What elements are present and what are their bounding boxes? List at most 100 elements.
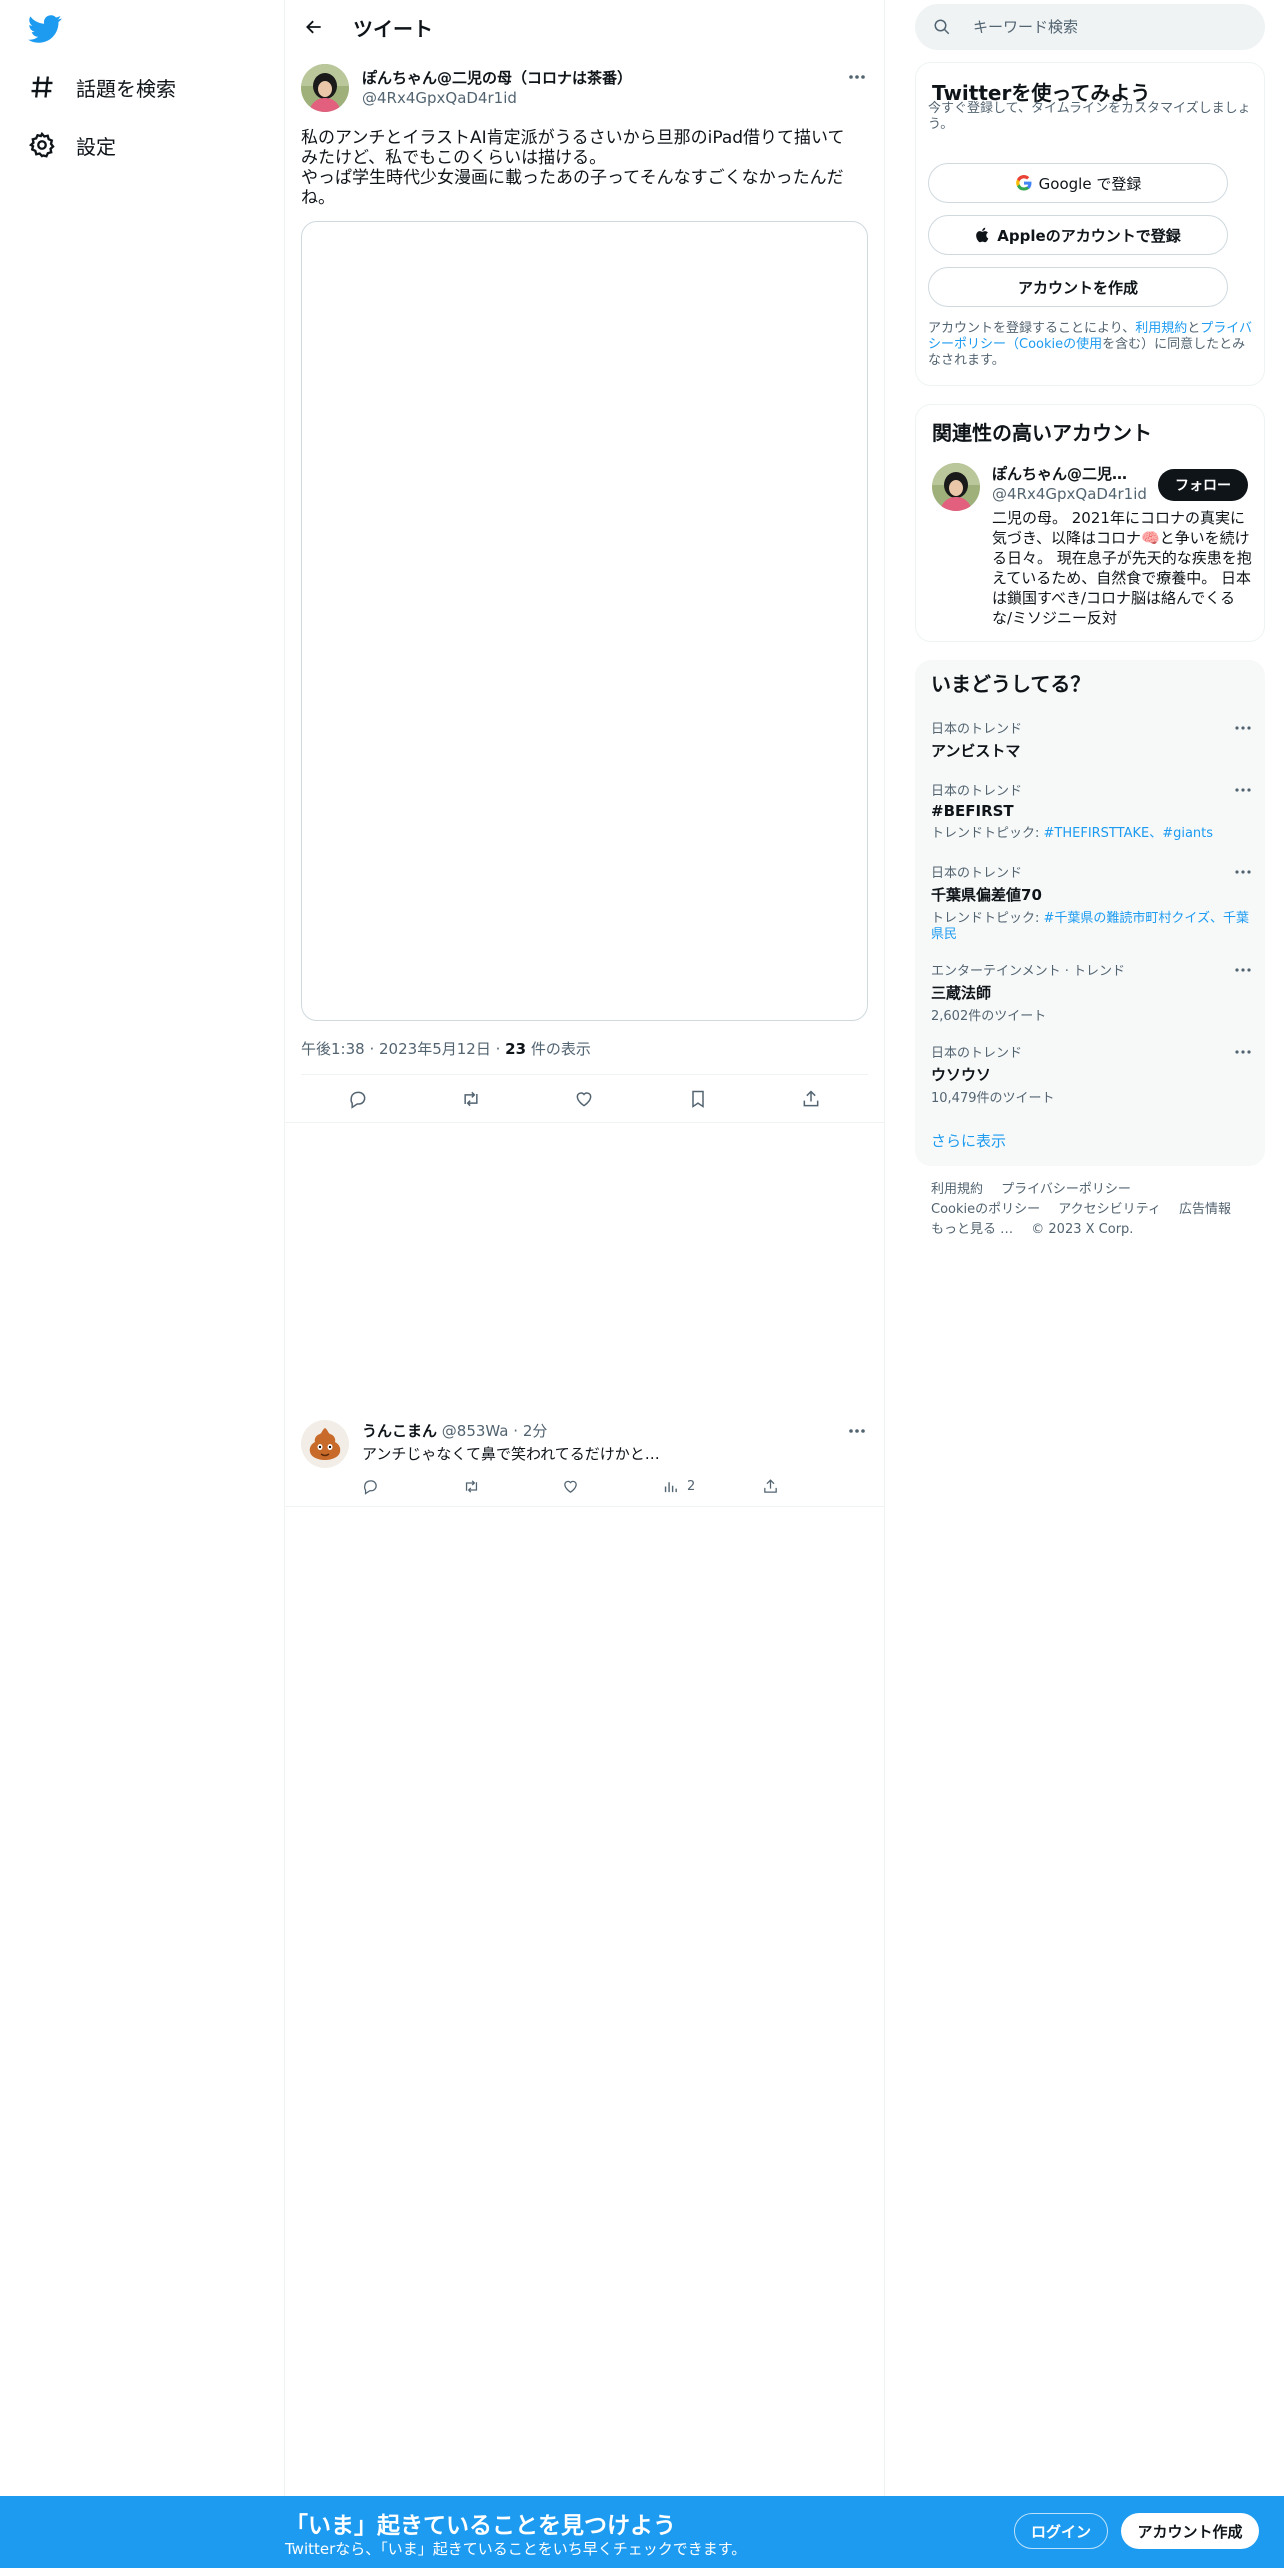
show-more-link[interactable]: さらに表示	[931, 1130, 1006, 1151]
footer-copyright: © 2023 X Corp.	[1031, 1222, 1134, 1237]
reply-header: うんこまん @853Wa · 2分	[362, 1420, 547, 1441]
signup-legal: アカウントを登録することにより、利用規約とプライバシーポリシー（Cookieの使…	[928, 321, 1253, 369]
meta-separator: ·	[495, 1040, 506, 1058]
reply-avatar[interactable]	[301, 1420, 349, 1468]
follow-button[interactable]: フォロー	[1158, 469, 1248, 501]
gear-icon	[28, 131, 56, 159]
sidebar-footer: 利用規約 プライバシーポリシー Cookieのポリシー アクセシビリティ 広告情…	[931, 1180, 1261, 1240]
trend-topics: トレンドトピック: #THEFIRSTTAKE、#giants	[931, 826, 1251, 842]
more-options-icon[interactable]	[842, 62, 872, 92]
search-bar[interactable]	[915, 4, 1265, 50]
footer-cookie-link[interactable]: Cookieのポリシー	[931, 1202, 1040, 1217]
tweet-time[interactable]: 午後1:38	[301, 1040, 365, 1058]
trend-more-icon[interactable]	[1231, 718, 1255, 738]
nav-settings[interactable]: 設定	[28, 125, 116, 165]
trend-more-icon[interactable]	[1231, 1042, 1255, 1062]
google-icon	[1015, 174, 1032, 191]
google-signup-label: Google で登録	[1038, 174, 1142, 193]
views-count: 23	[505, 1040, 527, 1058]
trend-topics-link[interactable]: #THEFIRSTTAKE、#giants	[1044, 826, 1214, 841]
like-icon	[564, 1480, 577, 1493]
related-bio: 二児の母。 2021年にコロナの真実に気づき、以降はコロナ🧠と争いを続ける日々。…	[992, 509, 1252, 627]
footer-accessibility-link[interactable]: アクセシビリティ	[1058, 1202, 1161, 1217]
create-account-label: アカウントを作成	[1017, 278, 1138, 297]
like-icon[interactable]	[566, 1081, 602, 1117]
share-icon	[764, 1478, 777, 1493]
trend-name: 千葉県偏差値70	[931, 886, 1042, 904]
related-name[interactable]: ぽんちゃん@二児の母（コロナは茶番）	[992, 463, 1142, 484]
trend-context: 日本のトレンド	[931, 1046, 1023, 1061]
trend-item[interactable]: 日本のトレンド アンビストマ	[931, 718, 1251, 761]
trend-more-icon[interactable]	[1231, 780, 1255, 800]
trend-item[interactable]: 日本のトレンド 千葉県偏差値70 トレンドトピック: #千葉県の難読市町村クイズ…	[931, 862, 1251, 943]
analytics-icon	[664, 1481, 677, 1492]
share-icon[interactable]	[793, 1081, 829, 1117]
reply-icon[interactable]	[340, 1081, 376, 1117]
reply-actions: 2	[362, 1474, 822, 1498]
reply-time[interactable]: 2分	[523, 1422, 548, 1440]
signup-button[interactable]: アカウント作成	[1121, 2513, 1259, 2549]
reply-views-button[interactable]: 2	[662, 1478, 722, 1495]
legal-text: アカウントを登録することにより、	[928, 321, 1136, 336]
search-icon	[934, 19, 950, 35]
google-signup-button[interactable]: Google で登録	[928, 163, 1228, 203]
trends-title: いまどうしてる？	[931, 672, 1091, 696]
nav-explore[interactable]: 話題を検索	[28, 67, 176, 107]
back-arrow-icon[interactable]	[297, 10, 331, 44]
related-avatar[interactable]	[932, 463, 980, 511]
reply-icon	[364, 1479, 377, 1495]
tweet-date[interactable]: 2023年5月12日	[379, 1040, 491, 1058]
page-title: ツイート	[353, 16, 433, 41]
related-handle[interactable]: @4Rx4GpxQaD4r1id	[992, 485, 1147, 503]
reply-author-name[interactable]: うんこまん	[362, 1422, 437, 1440]
trend-context: 日本のトレンド	[931, 722, 1023, 737]
tweet-text: 私のアンチとイラストAI肯定派がうるさいから旦那のiPad借りて描いてみたけど、…	[301, 128, 845, 208]
footer-ads-link[interactable]: 広告情報	[1179, 1202, 1231, 1217]
bookmark-icon[interactable]	[680, 1081, 716, 1117]
search-input[interactable]	[973, 18, 1233, 36]
trend-item[interactable]: エンターテインメント · トレンド 三蔵法師 2,602件のツイート	[931, 960, 1251, 1025]
reply-reply-button[interactable]	[362, 1478, 422, 1495]
left-nav: 話題を検索 設定	[0, 0, 285, 2496]
author-handle[interactable]: @4Rx4GpxQaD4r1id	[362, 89, 517, 107]
login-button[interactable]: ログイン	[1014, 2513, 1108, 2549]
trend-name: #BEFIRST	[931, 802, 1014, 820]
footer-privacy-link[interactable]: プライバシーポリシー	[1001, 1182, 1131, 1197]
twitter-bird-icon[interactable]	[28, 12, 62, 46]
tweet-header: ツイート	[285, 0, 885, 54]
trend-count: 2,602件のツイート	[931, 1009, 1047, 1024]
trend-more-icon[interactable]	[1231, 862, 1255, 882]
reply-share-button[interactable]	[762, 1478, 822, 1495]
footer-terms-link[interactable]: 利用規約	[931, 1182, 983, 1197]
reply-retweet-button[interactable]	[462, 1478, 522, 1495]
trend-context: 日本のトレンド	[931, 866, 1023, 881]
author-avatar[interactable]	[301, 64, 349, 112]
tweet-actions	[301, 1075, 868, 1123]
tweet-media[interactable]	[301, 221, 868, 1021]
create-account-button[interactable]: アカウントを作成	[928, 267, 1228, 307]
bottom-bar-title: 「いま」起きていることを見つけよう	[285, 2513, 676, 2539]
reply-more-options-icon[interactable]	[842, 1416, 872, 1446]
terms-link[interactable]: 利用規約	[1135, 321, 1187, 336]
apple-icon	[976, 227, 989, 243]
footer-more-link[interactable]: もっと見る …	[931, 1222, 1013, 1237]
trend-item[interactable]: 日本のトレンド ウソウソ 10,479件のツイート	[931, 1042, 1251, 1107]
retweet-icon	[465, 1479, 478, 1493]
nav-settings-label: 設定	[76, 134, 116, 159]
author-name[interactable]: ぽんちゃん@二児の母（コロナは茶番）	[362, 67, 632, 88]
trend-name: ウソウソ	[931, 1066, 992, 1084]
apple-signup-label: Appleのアカウントで登録	[997, 226, 1181, 245]
apple-signup-button[interactable]: Appleのアカウントで登録	[928, 215, 1228, 255]
reply-author-handle[interactable]: @853Wa	[442, 1422, 509, 1440]
trends-card: いまどうしてる？ 日本のトレンド アンビストマ 日本のトレンド #BEFIRST…	[915, 660, 1265, 1166]
trend-topics: トレンドトピック: #千葉県の難読市町村クイズ、千葉県民	[931, 911, 1251, 943]
trend-topics-label: トレンドトピック:	[931, 826, 1044, 841]
signup-card: Twitterを使ってみよう 今すぐ登録して、タイムラインをカスタマイズしましょ…	[915, 62, 1265, 386]
reply-text: アンチじゃなくて鼻で笑われてるだけかと…	[362, 1445, 660, 1463]
reply-like-button[interactable]	[562, 1478, 622, 1495]
trend-more-icon[interactable]	[1231, 960, 1255, 980]
trend-item[interactable]: 日本のトレンド #BEFIRST トレンドトピック: #THEFIRSTTAKE…	[931, 780, 1251, 842]
retweet-icon[interactable]	[453, 1081, 489, 1117]
tweet-meta: 午後1:38 · 2023年5月12日 · 23 件の表示	[301, 1038, 591, 1059]
hashtag-icon	[28, 73, 56, 101]
